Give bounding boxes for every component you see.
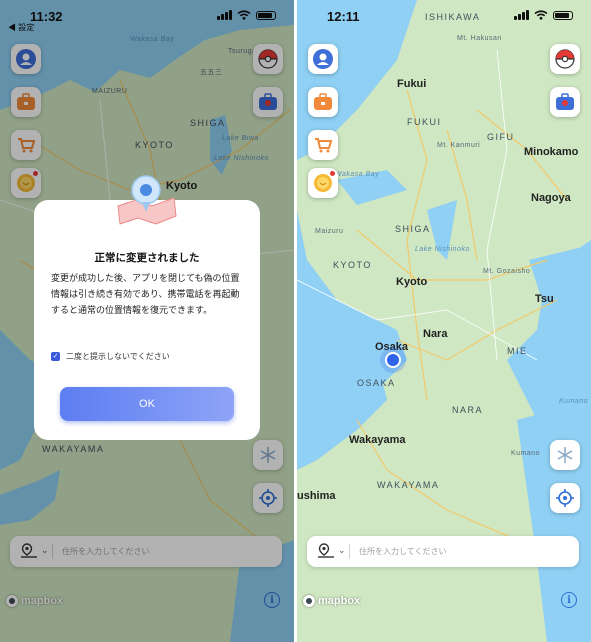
mapbox-attribution: mapbox <box>303 595 360 607</box>
toolbox-button[interactable] <box>550 87 580 117</box>
dialog-message: 変更が成功した後、アプリを閉じても偽の位置情報は引き続き有効であり、携帯電話を再… <box>51 273 240 315</box>
battery-icon <box>553 10 573 20</box>
profile-button[interactable] <box>308 44 338 74</box>
system-icons <box>514 10 573 20</box>
info-icon[interactable]: i <box>561 592 577 608</box>
map-label: SHIGA <box>395 224 431 234</box>
mapbox-label: mapbox <box>318 595 361 607</box>
map-label: MIE <box>507 346 528 356</box>
map-label: Nara <box>423 328 448 340</box>
success-dialog: 正常に変更されました 変更が成功した後、アプリを閉じても偽の位置情報は引き続き有… <box>34 175 260 440</box>
map-label: Mt. Hakusan <box>457 35 502 42</box>
briefcase-icon <box>314 93 332 110</box>
map-label: GIFU <box>487 132 515 142</box>
map-label: WAKAYAMA <box>377 480 440 490</box>
map-label: Nagoya <box>531 192 571 204</box>
wifi-icon <box>534 10 548 20</box>
dialog-title: 正常に変更されました <box>94 252 200 264</box>
ok-button[interactable]: OK <box>60 387 234 421</box>
map-label: Mt. Gozaisho <box>483 268 531 275</box>
map-label: Kyoto <box>396 276 428 288</box>
status-bar: 12:11 <box>297 6 591 26</box>
location-changed-icon <box>117 175 177 225</box>
map-label: FUKUI <box>407 117 442 127</box>
freeze-button[interactable] <box>550 440 580 470</box>
person-icon <box>313 49 333 69</box>
status-time: 12:11 <box>327 9 360 24</box>
notification-dot <box>330 171 335 176</box>
snowflake-icon <box>557 447 573 463</box>
dont-show-again-label[interactable]: 二度と提示しないでください <box>66 351 170 362</box>
reward-button[interactable] <box>308 168 338 198</box>
divider <box>349 544 350 559</box>
briefcase-button[interactable] <box>308 87 338 117</box>
pokeball-button[interactable] <box>550 44 580 74</box>
dont-show-again-checkbox[interactable]: ✓ <box>51 352 60 361</box>
shop-button[interactable] <box>308 130 338 160</box>
search-input[interactable]: 住所を入力してください <box>359 546 447 557</box>
dont-show-again-option[interactable]: ✓ 二度と提示しないでください <box>51 351 170 362</box>
pokeball-icon <box>555 49 575 69</box>
toolbox-icon <box>556 93 574 110</box>
locate-button[interactable] <box>550 483 580 513</box>
map-label: ushima <box>297 490 336 502</box>
map-label: Minokamo <box>524 146 579 158</box>
map-label: Wakayama <box>349 434 406 446</box>
map-label: NARA <box>452 405 484 415</box>
left-phone-screen: Wakasa Bay Tsuruga 五五三 MAIZURU SHIGA Lak… <box>0 0 294 642</box>
map-label: Lake Nishinoko <box>415 246 470 253</box>
map-label: Wakasa Bay <box>335 171 380 178</box>
map-pin-icon[interactable] <box>317 543 335 559</box>
map-label: Tsu <box>535 293 554 305</box>
map-label: Fukui <box>397 78 427 90</box>
mapbox-logo-icon <box>303 595 315 607</box>
crosshair-icon <box>556 489 574 507</box>
map-label: Maizuru <box>315 228 344 235</box>
map-label: OSAKA <box>357 378 396 388</box>
cart-icon <box>315 138 333 153</box>
right-phone-screen: ISHIKAWA Mt. Hakusan Fukui FUKUI GIFU Mt… <box>297 0 591 642</box>
signal-icon <box>514 10 529 20</box>
map-label: KYOTO <box>333 260 372 270</box>
map-label: Mt. Kanmuri <box>437 142 481 149</box>
address-search-bar[interactable]: ⌄ 住所を入力してください <box>307 536 579 567</box>
current-location-marker <box>385 352 401 368</box>
chevron-down-icon[interactable]: ⌄ <box>338 545 346 556</box>
map-label: Kumano <box>511 450 541 457</box>
map-label: Kumano <box>559 398 589 405</box>
